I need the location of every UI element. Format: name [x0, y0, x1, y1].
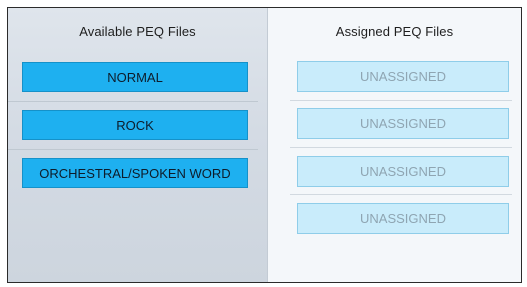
- assigned-slot-2[interactable]: UNASSIGNED: [297, 108, 509, 139]
- slot-divider: [290, 194, 512, 195]
- peq-file-normal[interactable]: NORMAL: [22, 62, 248, 92]
- assigned-slot-4[interactable]: UNASSIGNED: [297, 203, 509, 234]
- peq-file-orchestral-spoken-word[interactable]: ORCHESTRAL/SPOKEN WORD: [22, 158, 248, 188]
- available-peq-files-panel: Available PEQ Files NORMAL ROCK ORCHESTR…: [8, 8, 268, 282]
- assigned-peq-files-panel: Assigned PEQ Files UNASSIGNED UNASSIGNED…: [268, 8, 521, 282]
- peq-assignment-panel: Available PEQ Files NORMAL ROCK ORCHESTR…: [7, 7, 522, 283]
- file-divider: [8, 101, 258, 102]
- assigned-slot-1[interactable]: UNASSIGNED: [297, 61, 509, 92]
- assigned-peq-files-header: Assigned PEQ Files: [335, 24, 454, 39]
- peq-file-rock[interactable]: ROCK: [22, 110, 248, 140]
- assigned-slot-3[interactable]: UNASSIGNED: [297, 156, 509, 187]
- file-divider: [8, 149, 258, 150]
- available-peq-files-header: Available PEQ Files: [79, 24, 196, 39]
- slot-divider: [290, 147, 512, 148]
- slot-divider: [290, 100, 512, 101]
